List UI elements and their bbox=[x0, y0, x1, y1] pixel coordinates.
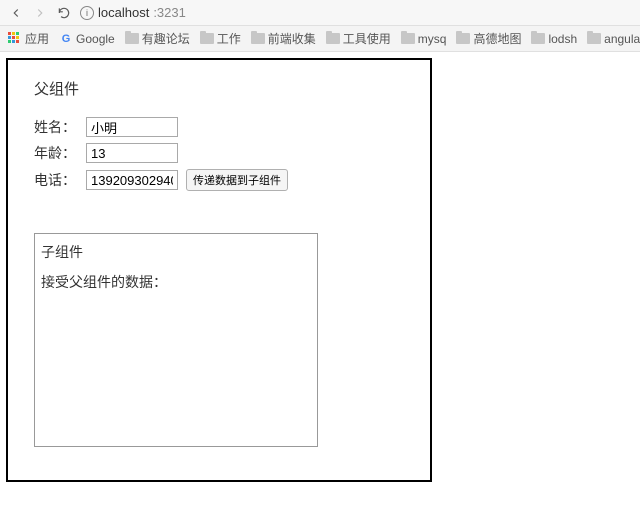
parent-component: 父组件 姓名： 年龄： 电话： 传递数据到子组件 子组件 接受父组件的数据： bbox=[6, 58, 432, 482]
google-icon: G bbox=[59, 32, 73, 46]
bookmark-label: 前端收集 bbox=[268, 30, 316, 47]
bookmark-label: 工作 bbox=[217, 30, 241, 47]
folder-icon bbox=[587, 33, 601, 44]
age-input[interactable] bbox=[86, 143, 178, 163]
parent-title: 父组件 bbox=[34, 78, 404, 99]
folder-icon bbox=[326, 33, 340, 44]
apps-label: 应用 bbox=[25, 30, 49, 47]
back-button[interactable] bbox=[8, 5, 24, 21]
phone-input[interactable] bbox=[86, 170, 178, 190]
bookmark-label: angular bbox=[604, 32, 640, 46]
phone-label: 电话： bbox=[34, 170, 78, 190]
arrow-left-icon bbox=[9, 6, 23, 20]
url-bar[interactable]: i localhost :3231 bbox=[80, 5, 632, 20]
folder-icon bbox=[200, 33, 214, 44]
apps-icon bbox=[8, 32, 22, 46]
forward-button[interactable] bbox=[32, 5, 48, 21]
folder-icon bbox=[125, 33, 139, 44]
child-received-label: 接受父组件的数据： bbox=[41, 272, 311, 292]
url-host: localhost bbox=[98, 5, 149, 20]
bookmark-folder-7[interactable]: lodsh bbox=[531, 32, 577, 46]
bookmark-label: lodsh bbox=[548, 32, 577, 46]
bookmark-label: 工具使用 bbox=[343, 30, 391, 47]
arrow-right-icon bbox=[33, 6, 47, 20]
folder-icon bbox=[401, 33, 415, 44]
bookmark-label: mysq bbox=[418, 32, 447, 46]
form-row-phone: 电话： 传递数据到子组件 bbox=[34, 169, 404, 191]
page-content: 父组件 姓名： 年龄： 电话： 传递数据到子组件 子组件 接受父组件的数据： bbox=[0, 52, 640, 488]
child-title: 子组件 bbox=[41, 242, 311, 262]
name-input[interactable] bbox=[86, 117, 178, 137]
form-row-name: 姓名： bbox=[34, 117, 404, 137]
name-label: 姓名： bbox=[34, 117, 78, 137]
bookmarks-bar: 应用 G Google 有趣论坛 工作 前端收集 工具使用 mysq 高德地图 … bbox=[0, 26, 640, 52]
folder-icon bbox=[251, 33, 265, 44]
child-component: 子组件 接受父组件的数据： bbox=[34, 233, 318, 447]
bookmark-folder-4[interactable]: 工具使用 bbox=[326, 30, 391, 47]
bookmark-folder-8[interactable]: angular bbox=[587, 32, 640, 46]
bookmark-folder-1[interactable]: 有趣论坛 bbox=[125, 30, 190, 47]
folder-icon bbox=[456, 33, 470, 44]
reload-icon bbox=[57, 6, 71, 20]
info-icon: i bbox=[80, 6, 94, 20]
bookmark-label: Google bbox=[76, 32, 115, 46]
bookmark-folder-2[interactable]: 工作 bbox=[200, 30, 241, 47]
bookmark-folder-6[interactable]: 高德地图 bbox=[456, 30, 521, 47]
bookmark-folder-3[interactable]: 前端收集 bbox=[251, 30, 316, 47]
form-row-age: 年龄： bbox=[34, 143, 404, 163]
bookmark-label: 高德地图 bbox=[473, 30, 521, 47]
send-to-child-button[interactable]: 传递数据到子组件 bbox=[186, 169, 288, 191]
url-port: :3231 bbox=[153, 5, 186, 20]
reload-button[interactable] bbox=[56, 5, 72, 21]
bookmark-label: 有趣论坛 bbox=[142, 30, 190, 47]
folder-icon bbox=[531, 33, 545, 44]
browser-toolbar: i localhost :3231 bbox=[0, 0, 640, 26]
bookmark-folder-5[interactable]: mysq bbox=[401, 32, 447, 46]
age-label: 年龄： bbox=[34, 143, 78, 163]
apps-button[interactable]: 应用 bbox=[8, 30, 49, 47]
bookmark-google[interactable]: G Google bbox=[59, 32, 115, 46]
